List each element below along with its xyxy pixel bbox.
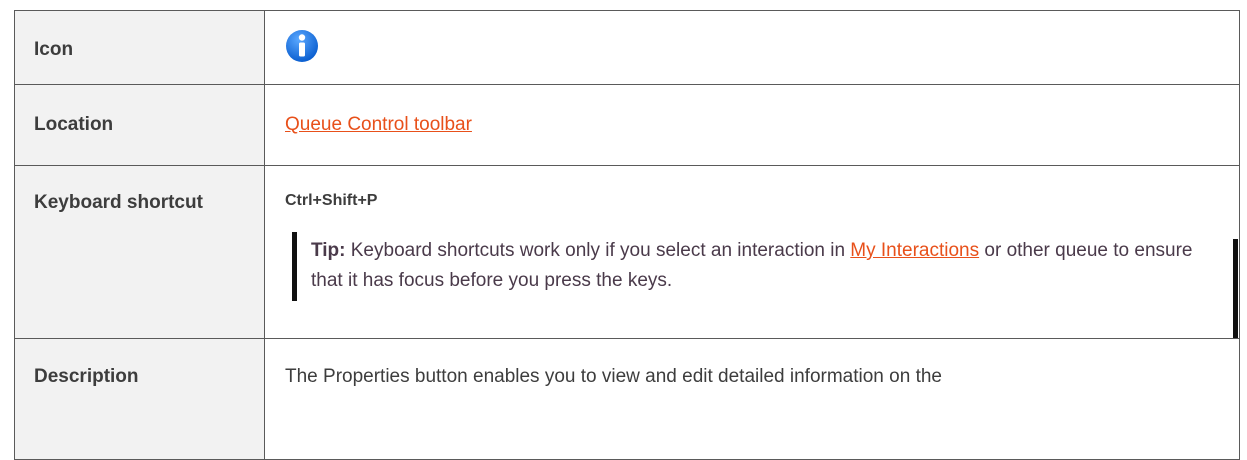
label-cell: Keyboard shortcut <box>14 165 265 339</box>
my-interactions-link[interactable]: My Interactions <box>850 240 979 261</box>
table-row-location: Location Queue Control toolbar <box>14 84 1240 166</box>
label-cell: Description <box>14 338 265 460</box>
tip-note: Tip: Keyboard shortcuts work only if you… <box>292 232 1238 338</box>
table-row-icon: Icon <box>14 10 1240 85</box>
info-icon <box>285 28 319 64</box>
description-text: The Properties button enables you to vie… <box>285 366 942 387</box>
label-cell: Location <box>14 84 265 166</box>
row-label-location: Location <box>34 114 114 135</box>
row-label-keyboard-shortcut: Keyboard shortcut <box>34 192 203 213</box>
tip-label: Tip: <box>311 240 346 261</box>
table-row-description: Description The Properties button enable… <box>14 338 1240 460</box>
value-cell: The Properties button enables you to vie… <box>264 338 1240 460</box>
value-cell: Ctrl+Shift+P Tip: Keyboard shortcuts wor… <box>264 165 1240 339</box>
properties-table: Icon Location Queue Control toolbar Keyb… <box>14 10 1240 460</box>
value-cell <box>264 10 1240 85</box>
tip-text-before: Keyboard shortcuts work only if you sele… <box>345 240 851 261</box>
row-label-description: Description <box>34 366 139 387</box>
shortcut-keys: Ctrl+Shift+P <box>285 192 378 209</box>
row-label-icon: Icon <box>34 39 74 60</box>
value-cell: Queue Control toolbar <box>264 84 1240 166</box>
tip-right-bar <box>1233 239 1238 338</box>
label-cell: Icon <box>14 10 265 85</box>
queue-control-toolbar-link[interactable]: Queue Control toolbar <box>285 112 472 138</box>
table-row-keyboard-shortcut: Keyboard shortcut Ctrl+Shift+P Tip: Keyb… <box>14 165 1240 339</box>
